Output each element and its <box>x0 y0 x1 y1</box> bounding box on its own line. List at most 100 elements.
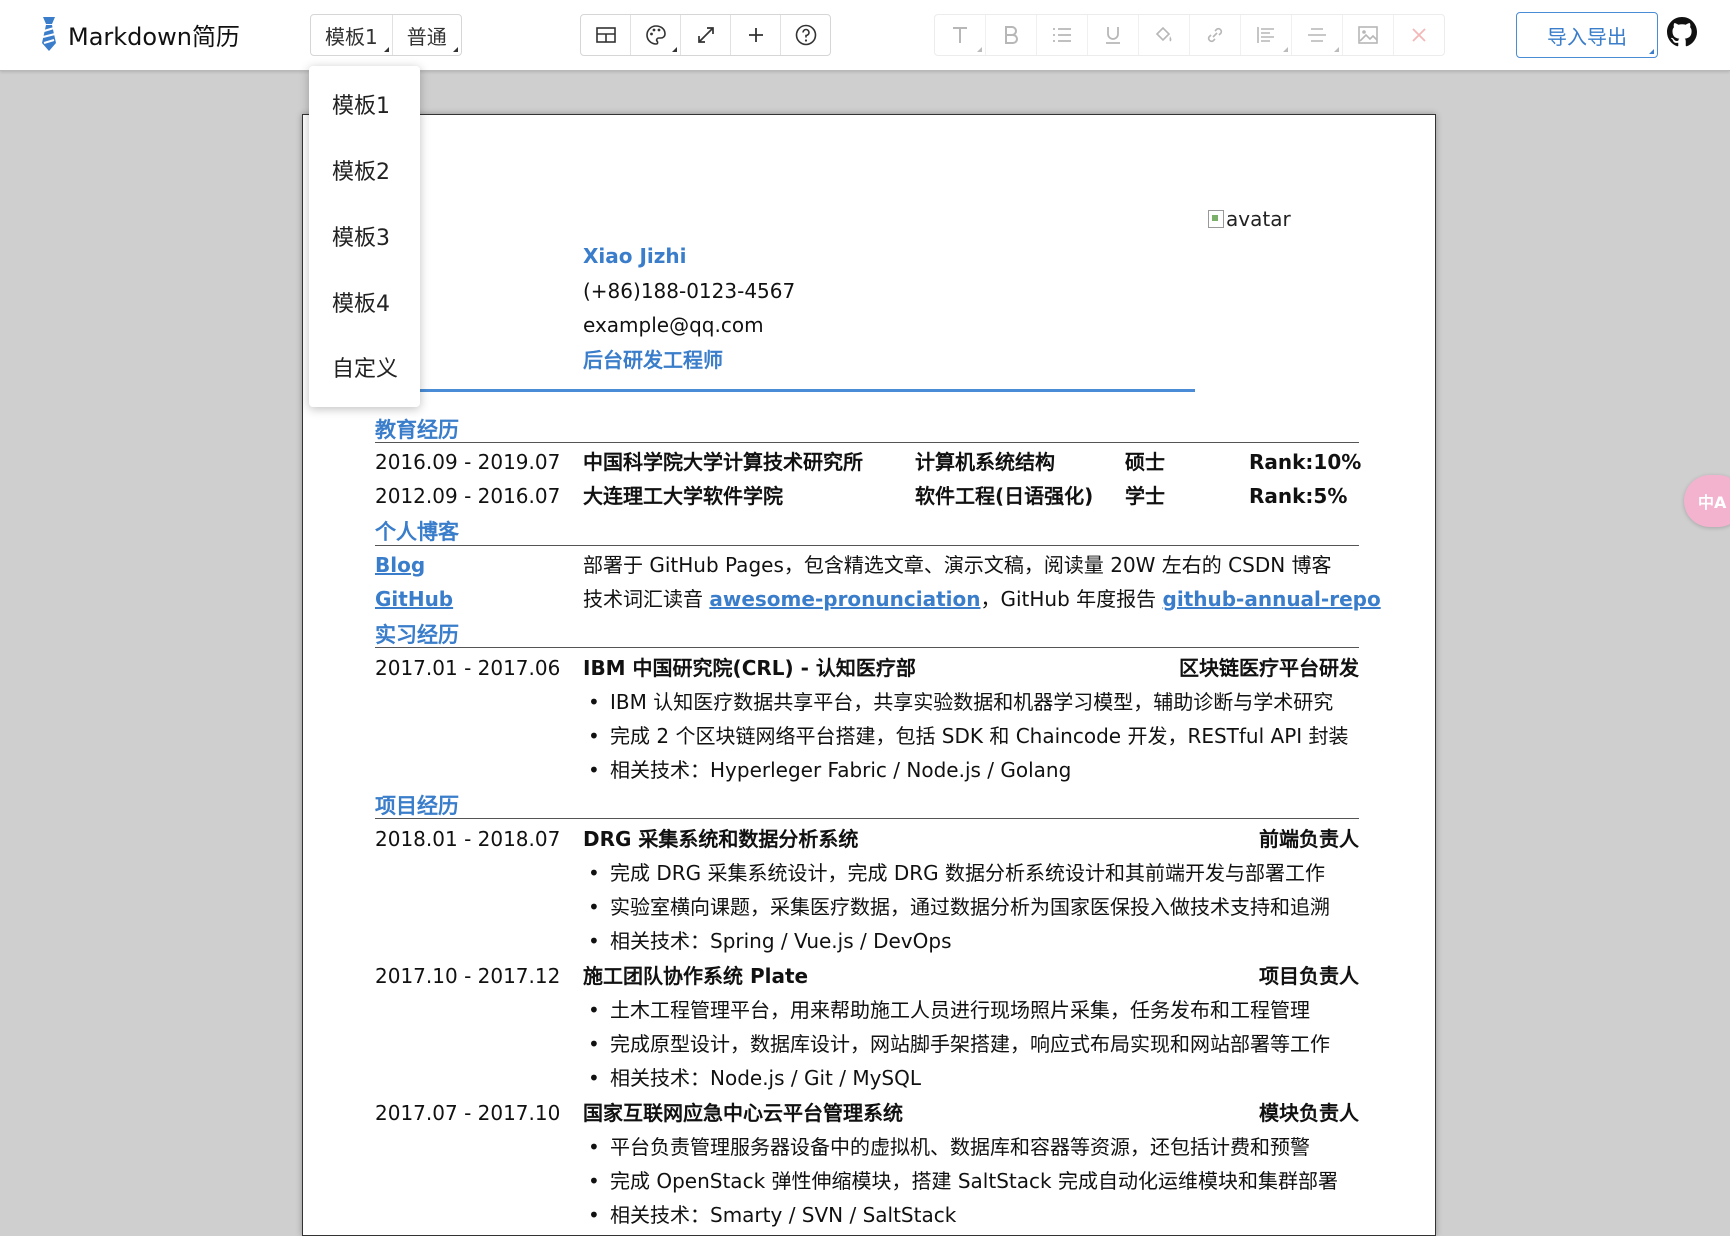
link-button[interactable] <box>1190 15 1241 55</box>
avatar-alt-text: avatar <box>1226 207 1291 231</box>
section-divider <box>375 818 1359 819</box>
project-date: 2017.07 - 2017.10 <box>375 1101 561 1125</box>
list-item: 完成原型设计，数据库设计，网站脚手架搭建，响应式布局实现和网站部署等工作 <box>588 1030 1330 1058</box>
palette-icon <box>645 25 666 45</box>
format-group <box>934 14 1445 56</box>
project-date: 2017.10 - 2017.12 <box>375 964 561 988</box>
section-title-internship: 实习经历 <box>375 623 459 647</box>
email-value: example@qq.com <box>583 313 764 337</box>
intern-role: 区块链医疗平台研发 <box>1179 656 1359 680</box>
tie-logo-icon <box>42 17 56 51</box>
avatar[interactable]: avatar <box>1208 207 1291 231</box>
name-value: Xiao Jizhi <box>583 244 687 268</box>
image-button[interactable] <box>1343 15 1394 55</box>
project-date: 2018.01 - 2018.07 <box>375 827 561 851</box>
add-button[interactable] <box>731 15 781 55</box>
template-group: 模板1 普通 <box>310 14 462 56</box>
section-title-projects: 项目经历 <box>375 794 459 818</box>
section-title-education: 教育经历 <box>375 418 459 442</box>
help-button[interactable] <box>781 15 830 55</box>
heading-button[interactable] <box>935 15 986 55</box>
broken-image-icon <box>1208 210 1224 228</box>
list-item: 完成 DRG 采集系统设计，完成 DRG 数据分析系统设计和其前端开发与部署工作 <box>588 859 1325 887</box>
expand-icon <box>697 27 714 43</box>
edu-rank: Rank:10% <box>1249 450 1362 474</box>
layout-button[interactable] <box>581 15 631 55</box>
bold-icon <box>1005 26 1018 44</box>
project-name: DRG 采集系统和数据分析系统 <box>583 827 859 851</box>
align-button[interactable] <box>1241 15 1292 55</box>
top-bar: Markdown简历 模板1 普通 导入导出 <box>0 0 1730 71</box>
edu-degree: 硕士 <box>1125 450 1165 474</box>
edu-school: 大连理工大学软件学院 <box>583 484 783 508</box>
edu-degree: 学士 <box>1125 484 1165 508</box>
section-divider <box>375 545 1359 546</box>
import-export-button[interactable]: 导入导出 <box>1516 12 1658 58</box>
template-select-button[interactable]: 模板1 <box>311 15 393 55</box>
import-export-label: 导入导出 <box>1547 24 1627 49</box>
list-item: 土木工程管理平台，用来帮助施工人员进行现场照片采集，任务发布和工程管理 <box>588 996 1310 1024</box>
intent-value: 后台研发工程师 <box>583 348 723 372</box>
list-item: 完成 OpenStack 弹性伸缩模块，搭建 SaltStack 完成自动化运维… <box>588 1167 1338 1195</box>
underline-icon <box>1106 27 1120 44</box>
align-icon <box>1257 27 1274 43</box>
edu-date: 2016.09 - 2019.07 <box>375 450 561 474</box>
style-select-button[interactable]: 普通 <box>393 15 461 55</box>
list-item: 相关技术：Node.js / Git / MySQL <box>588 1064 921 1092</box>
list-item: 平台负责管理服务器设备中的虚拟机、数据库和容器等资源，还包括计费和预警 <box>588 1133 1310 1161</box>
list-item: 完成 2 个区块链网络平台搭建，包括 SDK 和 Chaincode 开发，RE… <box>588 722 1349 750</box>
github-icon[interactable] <box>1667 17 1697 47</box>
menu-item-template-4[interactable]: 模板4 <box>332 286 390 318</box>
github-desc-prefix: 技术词汇读音 <box>583 587 710 611</box>
header-divider <box>375 389 1195 392</box>
blog-link[interactable]: Blog <box>375 551 425 579</box>
clear-icon <box>1412 28 1426 42</box>
translate-button[interactable]: 中A <box>1684 475 1730 527</box>
app-title: Markdown简历 <box>68 22 240 51</box>
menu-item-template-3[interactable]: 模板3 <box>332 220 390 252</box>
edu-major: 软件工程(日语强化) <box>915 484 1094 508</box>
pronunciation-repo-link[interactable]: awesome-pronunciation <box>709 587 980 611</box>
fill-color-icon <box>1155 26 1172 42</box>
annual-repo-link[interactable]: github-annual-repo <box>1163 587 1381 611</box>
project-name: 国家互联网应急中心云平台管理系统 <box>583 1101 903 1125</box>
clear-button[interactable] <box>1394 15 1444 55</box>
list-item: 相关技术：Hyperleger Fabric / Node.js / Golan… <box>588 756 1071 784</box>
edu-rank: Rank:5% <box>1249 484 1348 508</box>
github-desc-middle: ，GitHub 年度报告 <box>980 587 1163 611</box>
fill-color-button[interactable] <box>1139 15 1190 55</box>
resume-paper[interactable]: avatar 智 Xiao Jizhi 方式 (+86)188-0123-456… <box>302 114 1436 1236</box>
list-item: 实验室横向课题，采集医疗数据，通过数据分析为国家医保投入做技术支持和追溯 <box>588 893 1330 921</box>
project-name: 施工团队协作系统 Plate <box>583 964 809 988</box>
text-icon <box>953 27 967 43</box>
section-title-blog: 个人博客 <box>375 520 459 544</box>
github-description: 技术词汇读音 awesome-pronunciation，GitHub 年度报告… <box>583 585 1381 613</box>
underline-button[interactable] <box>1088 15 1139 55</box>
menu-item-custom[interactable]: 自定义 <box>332 351 398 383</box>
help-icon <box>795 24 816 46</box>
intern-org: IBM 中国研究院(CRL) - 认知医疗部 <box>583 656 916 680</box>
intern-date: 2017.01 - 2017.06 <box>375 656 561 680</box>
list-item: 相关技术：Spring / Vue.js / DevOps <box>588 927 951 955</box>
template-dropdown-menu: 模板1 模板2 模板3 模板4 自定义 <box>309 66 420 407</box>
divider-icon <box>1308 28 1326 42</box>
theme-color-button[interactable] <box>631 15 681 55</box>
style-select-label: 普通 <box>406 24 447 49</box>
fullscreen-button[interactable] <box>681 15 731 55</box>
divider-button[interactable] <box>1292 15 1343 55</box>
tools-group <box>580 14 831 56</box>
list-button[interactable] <box>1037 15 1088 55</box>
edu-date: 2012.09 - 2016.07 <box>375 484 561 508</box>
github-link[interactable]: GitHub <box>375 585 453 613</box>
menu-item-template-1[interactable]: 模板1 <box>332 88 390 120</box>
layout-icon <box>595 27 616 43</box>
bold-button[interactable] <box>986 15 1037 55</box>
edu-school: 中国科学院大学计算技术研究所 <box>583 450 863 474</box>
app-logo[interactable]: Markdown简历 <box>38 15 240 53</box>
section-divider <box>375 442 1359 443</box>
menu-item-template-2[interactable]: 模板2 <box>332 154 390 186</box>
project-role: 项目负责人 <box>1259 964 1359 988</box>
edu-major: 计算机系统结构 <box>915 450 1055 474</box>
section-divider <box>375 647 1359 648</box>
list-icon <box>1053 28 1071 42</box>
